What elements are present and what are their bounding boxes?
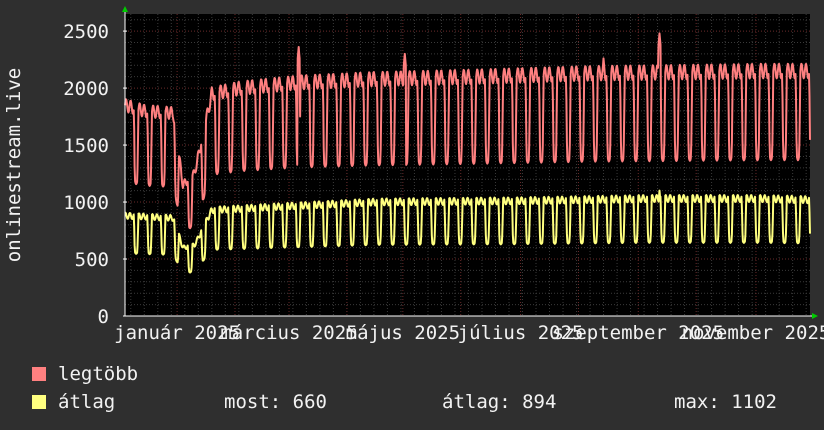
legend-label-max: legtöbb <box>58 363 139 385</box>
y-tick-label: 2000 <box>63 78 109 100</box>
legend-max: legtöbb <box>32 363 138 385</box>
y-tick-label: 500 <box>75 249 109 271</box>
y-tick-labels: 0 500 1000 1500 2000 2500 <box>63 21 109 328</box>
stat-now: most: 660 <box>224 391 327 413</box>
y-axis-label: onlinestream.live <box>3 68 25 262</box>
x-tick-labels: január 2025március 2025május 2025július … <box>114 322 824 344</box>
y-tick-label: 2500 <box>63 21 109 43</box>
stat-max: max: 1102 <box>674 391 777 413</box>
legend-swatch-avg <box>32 395 46 409</box>
stat-avg-value: 894 <box>522 391 557 413</box>
stat-max-value: 1102 <box>731 391 777 413</box>
stat-now-value: 660 <box>292 391 327 413</box>
stat-avg: átlag: 894 <box>442 391 557 413</box>
x-axis-arrow <box>812 313 818 319</box>
legend-avg: átlag <box>32 391 115 413</box>
x-tick-label: március 2025 <box>220 322 357 344</box>
x-tick-label: november 2025 <box>682 322 824 344</box>
legend-label-avg: átlag <box>58 391 116 413</box>
legend-swatch-max <box>32 367 46 381</box>
x-tick-label: május 2025 <box>346 322 460 344</box>
y-tick-label: 0 <box>98 306 109 328</box>
y-tick-label: 1500 <box>63 135 109 157</box>
y-axis-arrow <box>122 6 128 12</box>
y-tick-label: 1000 <box>63 192 109 214</box>
